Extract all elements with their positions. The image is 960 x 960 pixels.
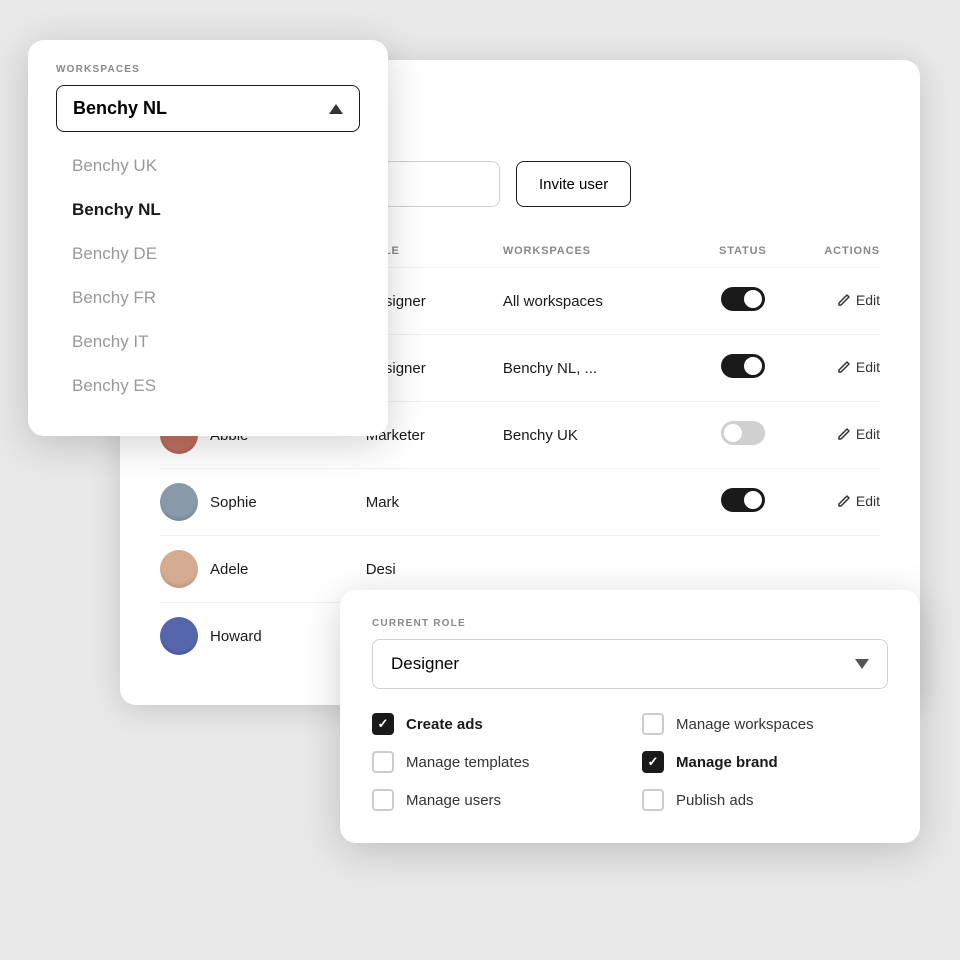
permissions-grid: Create ads Manage workspaces Manage temp… bbox=[372, 713, 888, 811]
user-actions: Edit bbox=[789, 268, 880, 335]
workspace-select-box[interactable]: Benchy NL bbox=[56, 85, 360, 132]
edit-button[interactable]: Edit bbox=[837, 493, 880, 509]
checkbox-manage-workspaces[interactable] bbox=[642, 713, 664, 735]
role-panel-label: CURRENT ROLE bbox=[372, 618, 888, 629]
workspace-dropdown-list: Benchy UK Benchy NL Benchy DE Benchy FR … bbox=[56, 136, 360, 416]
permission-label-create-ads: Create ads bbox=[406, 716, 483, 733]
workspace-item-benchy-fr[interactable]: Benchy FR bbox=[56, 276, 360, 320]
status-toggle[interactable] bbox=[721, 287, 765, 311]
toggle-track[interactable] bbox=[721, 354, 765, 378]
user-cell: Howard bbox=[160, 617, 366, 655]
edit-label: Edit bbox=[856, 493, 880, 509]
workspace-item-benchy-it[interactable]: Benchy IT bbox=[56, 320, 360, 364]
edit-button[interactable]: Edit bbox=[837, 359, 880, 375]
col-header-workspaces: WORKSPACES bbox=[503, 235, 697, 268]
permission-create-ads: Create ads bbox=[372, 713, 618, 735]
edit-label: Edit bbox=[856, 292, 880, 308]
edit-button[interactable]: Edit bbox=[837, 426, 880, 442]
permission-manage-brand: Manage brand bbox=[642, 751, 888, 773]
status-toggle[interactable] bbox=[721, 488, 765, 512]
edit-button[interactable]: Edit bbox=[837, 292, 880, 308]
permission-manage-templates: Manage templates bbox=[372, 751, 618, 773]
user-workspaces: All workspaces bbox=[503, 268, 697, 335]
user-role: Mark bbox=[366, 469, 503, 536]
avatar bbox=[160, 550, 198, 588]
edit-icon bbox=[837, 360, 851, 374]
user-status[interactable] bbox=[697, 335, 788, 402]
checkbox-manage-brand[interactable] bbox=[642, 751, 664, 773]
checkbox-create-ads[interactable] bbox=[372, 713, 394, 735]
checkbox-manage-templates[interactable] bbox=[372, 751, 394, 773]
permission-publish-ads: Publish ads bbox=[642, 789, 888, 811]
toggle-thumb bbox=[744, 357, 762, 375]
user-cell: Sophie bbox=[160, 483, 366, 521]
user-name: Sophie bbox=[210, 494, 257, 511]
edit-label: Edit bbox=[856, 426, 880, 442]
dropdown-arrow-icon bbox=[329, 104, 343, 114]
user-cell: Adele bbox=[160, 550, 366, 588]
role-dropdown-arrow-icon bbox=[855, 659, 869, 669]
user-workspaces: Benchy UK bbox=[503, 402, 697, 469]
table-row: Sophie Mark bbox=[160, 469, 880, 536]
status-toggle[interactable] bbox=[721, 421, 765, 445]
permission-manage-users: Manage users bbox=[372, 789, 618, 811]
workspace-panel: WORKSPACES Benchy NL Benchy UK Benchy NL… bbox=[28, 40, 388, 436]
avatar bbox=[160, 483, 198, 521]
workspace-selected-value: Benchy NL bbox=[73, 98, 167, 119]
checkbox-manage-users[interactable] bbox=[372, 789, 394, 811]
edit-icon bbox=[837, 427, 851, 441]
workspace-item-benchy-de[interactable]: Benchy DE bbox=[56, 232, 360, 276]
permission-label-manage-users: Manage users bbox=[406, 792, 501, 809]
col-header-actions: ACTIONS bbox=[789, 235, 880, 268]
status-toggle[interactable] bbox=[721, 354, 765, 378]
permission-label-manage-templates: Manage templates bbox=[406, 754, 529, 771]
user-actions: Edit bbox=[789, 402, 880, 469]
avatar bbox=[160, 617, 198, 655]
permission-label-publish-ads: Publish ads bbox=[676, 792, 754, 809]
col-header-status: STATUS bbox=[697, 235, 788, 268]
toggle-track[interactable] bbox=[721, 287, 765, 311]
workspace-item-benchy-uk[interactable]: Benchy UK bbox=[56, 144, 360, 188]
edit-icon bbox=[837, 293, 851, 307]
invite-user-button[interactable]: Invite user bbox=[516, 161, 631, 207]
permission-manage-workspaces: Manage workspaces bbox=[642, 713, 888, 735]
user-actions: Edit bbox=[789, 335, 880, 402]
role-panel: CURRENT ROLE Designer Create ads Manage … bbox=[340, 590, 920, 843]
user-status[interactable] bbox=[697, 402, 788, 469]
user-status[interactable] bbox=[697, 469, 788, 536]
role-select-box[interactable]: Designer bbox=[372, 639, 888, 689]
user-actions: Edit bbox=[789, 469, 880, 536]
role-selected-value: Designer bbox=[391, 654, 459, 674]
toggle-track[interactable] bbox=[721, 421, 765, 445]
user-name: Adele bbox=[210, 561, 248, 578]
edit-icon bbox=[837, 494, 851, 508]
workspace-panel-label: WORKSPACES bbox=[56, 64, 360, 75]
toggle-thumb bbox=[744, 491, 762, 509]
toggle-track[interactable] bbox=[721, 488, 765, 512]
edit-label: Edit bbox=[856, 359, 880, 375]
permission-label-manage-workspaces: Manage workspaces bbox=[676, 716, 814, 733]
workspace-item-benchy-nl[interactable]: Benchy NL bbox=[56, 188, 360, 232]
user-workspaces: Benchy NL, ... bbox=[503, 335, 697, 402]
permission-label-manage-brand: Manage brand bbox=[676, 754, 778, 771]
user-workspaces bbox=[503, 469, 697, 536]
checkbox-publish-ads[interactable] bbox=[642, 789, 664, 811]
toggle-thumb bbox=[744, 290, 762, 308]
user-status[interactable] bbox=[697, 268, 788, 335]
toggle-thumb bbox=[724, 424, 742, 442]
user-name: Howard bbox=[210, 628, 262, 645]
workspace-item-benchy-es[interactable]: Benchy ES bbox=[56, 364, 360, 408]
